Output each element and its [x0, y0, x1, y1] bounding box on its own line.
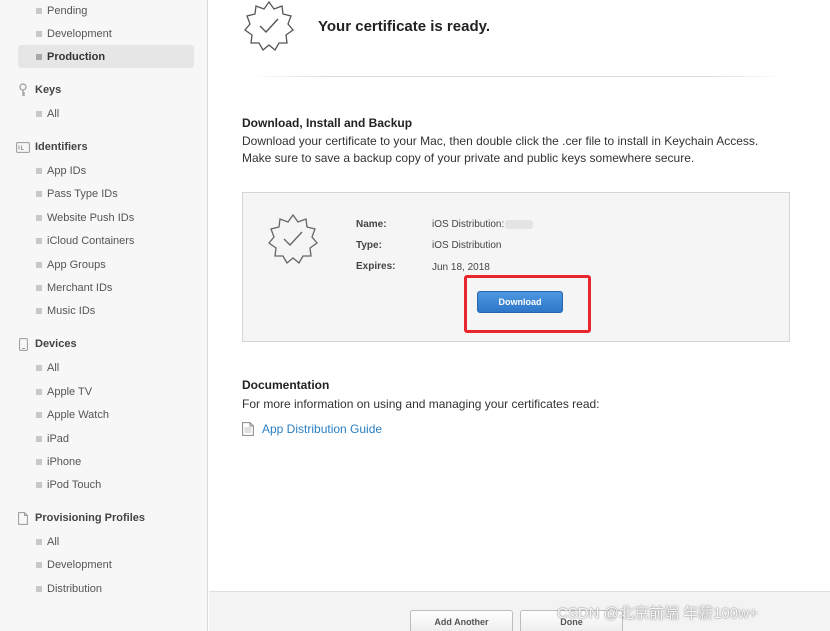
cert-name-value: iOS Distribution:	[432, 219, 534, 230]
add-another-button[interactable]: Add Another	[410, 610, 513, 631]
bullet-icon	[36, 586, 42, 592]
download-button[interactable]: Download	[477, 291, 563, 313]
watermark: CSDN @北京前端 年薪100w+	[557, 605, 758, 622]
bullet-icon	[36, 54, 42, 60]
redacted-text	[505, 219, 534, 229]
documentation-heading: Documentation	[242, 378, 330, 392]
sidebar-item-music-ids[interactable]: Music IDs	[18, 299, 194, 322]
sidebar-item-pending[interactable]: Pending	[18, 0, 194, 22]
device-icon	[16, 337, 30, 351]
document-icon	[242, 422, 254, 436]
page-title: Your certificate is ready.	[318, 18, 491, 35]
sidebar-item-ipod-touch[interactable]: iPod Touch	[18, 473, 194, 496]
bullet-icon	[36, 459, 42, 465]
sidebar-item-merchant-ids[interactable]: Merchant IDs	[18, 276, 194, 299]
bullet-icon	[36, 562, 42, 568]
key-icon	[16, 83, 30, 97]
section-keys: Keys	[16, 81, 61, 99]
sidebar: Pending Development Production Keys All …	[0, 0, 208, 631]
sidebar-item-devices-all[interactable]: All	[18, 356, 194, 379]
sidebar-item-icloud-containers[interactable]: iCloud Containers	[18, 229, 194, 252]
bullet-icon	[36, 285, 42, 291]
bullet-icon	[36, 436, 42, 442]
certificate-seal-icon	[268, 213, 318, 264]
sidebar-item-pass-type-ids[interactable]: Pass Type IDs	[18, 182, 194, 205]
certificate-seal-icon	[244, 0, 294, 51]
section-identifiers: Identifiers	[16, 138, 88, 156]
bullet-icon	[36, 31, 42, 37]
bullet-icon	[36, 412, 42, 418]
bullet-icon	[36, 365, 42, 371]
document-icon	[16, 511, 30, 525]
bullet-icon	[36, 215, 42, 221]
cert-name-label: Name:	[356, 219, 387, 230]
cert-type-value: iOS Distribution	[432, 240, 502, 251]
bullet-icon	[36, 308, 42, 314]
download-description: Download your certificate to your Mac, t…	[242, 134, 759, 165]
bullet-icon	[36, 111, 42, 117]
sidebar-item-ipad[interactable]: iPad	[18, 427, 194, 450]
sidebar-item-apple-watch[interactable]: Apple Watch	[18, 403, 194, 426]
sidebar-item-app-groups[interactable]: App Groups	[18, 253, 194, 276]
bullet-icon	[36, 168, 42, 174]
sidebar-item-website-push-ids[interactable]: Website Push IDs	[18, 206, 194, 229]
sidebar-item-development[interactable]: Development	[18, 22, 194, 45]
documentation-description: For more information on using and managi…	[242, 397, 600, 411]
sidebar-item-profiles-development[interactable]: Development	[18, 553, 194, 576]
cert-expires-value: Jun 18, 2018	[432, 262, 490, 273]
sidebar-item-profiles-all[interactable]: All	[18, 530, 194, 553]
bullet-icon	[36, 482, 42, 488]
bullet-icon	[36, 191, 42, 197]
sidebar-item-profiles-distribution[interactable]: Distribution	[18, 577, 194, 600]
sidebar-item-app-ids[interactable]: App IDs	[18, 159, 194, 182]
section-provisioning-profiles: Provisioning Profiles	[16, 509, 145, 527]
cert-type-label: Type:	[356, 240, 382, 251]
sidebar-item-iphone[interactable]: iPhone	[18, 450, 194, 473]
sidebar-item-production[interactable]: Production	[18, 45, 194, 68]
bullet-icon	[36, 539, 42, 545]
sidebar-item-apple-tv[interactable]: Apple TV	[18, 380, 194, 403]
main-content: Your certificate is ready. Download, Ins…	[209, 0, 830, 591]
id-icon	[16, 140, 30, 154]
app-distribution-guide-link[interactable]: App Distribution Guide	[242, 422, 382, 436]
certificate-panel: Name: iOS Distribution: Type: iOS Distri…	[242, 192, 790, 342]
bullet-icon	[36, 262, 42, 268]
bullet-icon	[36, 238, 42, 244]
divider	[247, 76, 787, 77]
bullet-icon	[36, 8, 42, 14]
section-devices: Devices	[16, 335, 77, 353]
bullet-icon	[36, 389, 42, 395]
sidebar-item-keys-all[interactable]: All	[18, 102, 194, 125]
download-heading: Download, Install and Backup	[242, 116, 413, 130]
cert-expires-label: Expires:	[356, 261, 396, 272]
